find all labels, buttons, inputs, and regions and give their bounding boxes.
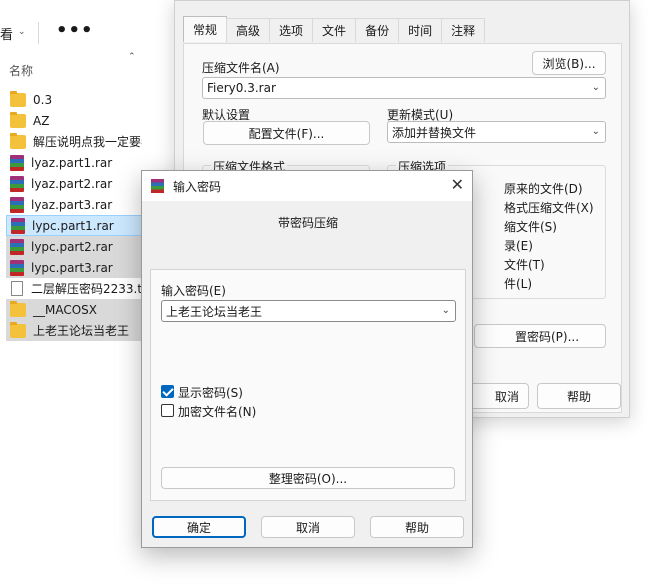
file-list-item[interactable]: 解压说明点我一定要看 — [6, 131, 142, 152]
file-name: 解压说明点我一定要看 — [33, 135, 142, 149]
chevron-down-icon: ⌄ — [18, 27, 26, 37]
file-list-item[interactable]: lypc.part2.rar — [6, 236, 142, 257]
update-mode-select[interactable]: 添加并替换文件 ⌄ — [387, 121, 606, 143]
ok-button[interactable]: 确定 — [152, 516, 246, 538]
tab-backup[interactable]: 备份 — [355, 18, 400, 42]
rar-archive-icon — [10, 196, 24, 213]
folder-icon — [10, 321, 26, 338]
update-mode-value: 添加并替换文件 — [392, 125, 477, 140]
organize-passwords-button[interactable]: 整理密码(O)... — [161, 467, 455, 489]
tab-comment[interactable]: 注释 — [441, 18, 486, 42]
chevron-down-icon: ⌄ — [591, 82, 600, 93]
file-list-item[interactable]: lyaz.part2.rar — [6, 173, 142, 194]
option-delete-files[interactable]: 原来的文件(D) — [504, 180, 583, 197]
file-list-item[interactable]: 二层解压密码2233.txt — [6, 278, 142, 299]
enter-password-dialog: 输入密码 ✕ 带密码压缩 输入密码(E) 上老王论坛当老王 ⌄ 显示密码(S) … — [141, 170, 473, 548]
column-header-name[interactable]: 名称 — [9, 62, 33, 79]
file-name: __MACOSX — [33, 302, 98, 317]
file-name: lypc.part3.rar — [31, 260, 113, 275]
folder-icon — [10, 111, 26, 128]
option-create-sfx[interactable]: 格式压缩文件(X) — [504, 199, 594, 216]
archive-name-value: Fiery0.3.rar — [207, 81, 276, 95]
option-recovery-record[interactable]: 录(E) — [504, 237, 533, 254]
rar-archive-icon — [10, 259, 24, 276]
view-menu-button[interactable]: 看 — [0, 24, 13, 43]
folder-icon — [10, 300, 26, 317]
rar-archive-icon — [11, 217, 25, 234]
password-panel: 输入密码(E) 上老王论坛当老王 ⌄ 显示密码(S) 加密文件名(N) 整理密码… — [150, 269, 466, 501]
file-name: lyaz.part2.rar — [31, 176, 113, 191]
show-password-checkbox[interactable] — [161, 385, 174, 398]
file-name: lyaz.part1.rar — [31, 155, 113, 170]
encrypt-file-names-checkbox[interactable] — [161, 404, 174, 417]
set-password-button[interactable]: 置密码(P)... — [474, 324, 606, 348]
sort-chevron-icon: ⌃ — [128, 52, 136, 62]
rar-archive-icon — [10, 238, 24, 255]
file-list-item[interactable]: 上老王论坛当老王 — [6, 320, 142, 341]
more-options-icon[interactable]: ••• — [56, 20, 94, 41]
folder-icon — [10, 132, 26, 149]
dialog-title: 输入密码 — [173, 180, 222, 194]
tab-advanced[interactable]: 高级 — [226, 18, 271, 42]
file-list-item[interactable]: lypc.part3.rar — [6, 257, 142, 278]
archive-name-combobox[interactable]: Fiery0.3.rar ⌄ — [202, 77, 606, 99]
tab-general[interactable]: 常规 — [183, 16, 228, 42]
chevron-down-icon: ⌄ — [591, 126, 600, 137]
file-name: 0.3 — [33, 92, 53, 107]
password-input[interactable]: 上老王论坛当老王 ⌄ — [161, 300, 456, 322]
tab-files[interactable]: 文件 — [312, 18, 357, 42]
help-button[interactable]: 帮助 — [537, 383, 621, 409]
file-list-item[interactable]: __MACOSX — [6, 299, 142, 320]
file-list-item[interactable]: lyaz.part3.rar — [6, 194, 142, 215]
option-lock-archive[interactable]: 件(L) — [504, 275, 532, 292]
folder-icon — [10, 90, 26, 107]
password-label: 输入密码(E) — [161, 284, 226, 298]
cancel-button[interactable]: 取消 — [261, 516, 355, 538]
rar-archive-icon — [10, 175, 24, 192]
file-name: lypc.part1.rar — [32, 218, 114, 233]
text-file-icon — [11, 281, 23, 296]
file-name: lypc.part2.rar — [31, 239, 113, 254]
winrar-app-icon — [151, 179, 164, 193]
file-list-item[interactable]: AZ — [6, 110, 142, 131]
file-name: AZ — [33, 113, 50, 128]
toolbar-divider — [38, 22, 39, 44]
tab-options[interactable]: 选项 — [269, 18, 314, 42]
file-list-item[interactable]: lyaz.part1.rar — [6, 152, 142, 173]
browse-button[interactable]: 浏览(B)... — [532, 51, 606, 75]
help-button[interactable]: 帮助 — [370, 516, 464, 538]
file-name: 上老王论坛当老王 — [33, 324, 130, 338]
file-list-item[interactable]: 0.3 — [6, 89, 142, 110]
encrypt-file-names-label: 加密文件名(N) — [178, 405, 257, 419]
dialog-heading: 带密码压缩 — [278, 216, 339, 230]
password-value: 上老王论坛当老王 — [166, 304, 263, 319]
dialog-title-bar: 输入密码 ✕ — [142, 171, 472, 201]
tab-time[interactable]: 时间 — [398, 18, 443, 42]
rar-archive-icon — [10, 154, 24, 171]
option-test-files[interactable]: 文件(T) — [504, 256, 545, 273]
tab-bar: 常规 高级 选项 文件 备份 时间 注释 — [183, 16, 486, 43]
file-name: lyaz.part3.rar — [31, 197, 113, 212]
chevron-down-icon: ⌄ — [441, 305, 450, 316]
close-icon[interactable]: ✕ — [451, 175, 464, 194]
file-list-item[interactable]: lypc.part1.rar — [6, 215, 142, 236]
option-solid-archive[interactable]: 缩文件(S) — [504, 218, 557, 235]
file-name: 二层解压密码2233.txt — [31, 282, 142, 296]
archive-name-label: 压缩文件名(A) — [202, 61, 280, 75]
profiles-button[interactable]: 配置文件(F)... — [203, 121, 370, 145]
show-password-label: 显示密码(S) — [178, 386, 243, 400]
